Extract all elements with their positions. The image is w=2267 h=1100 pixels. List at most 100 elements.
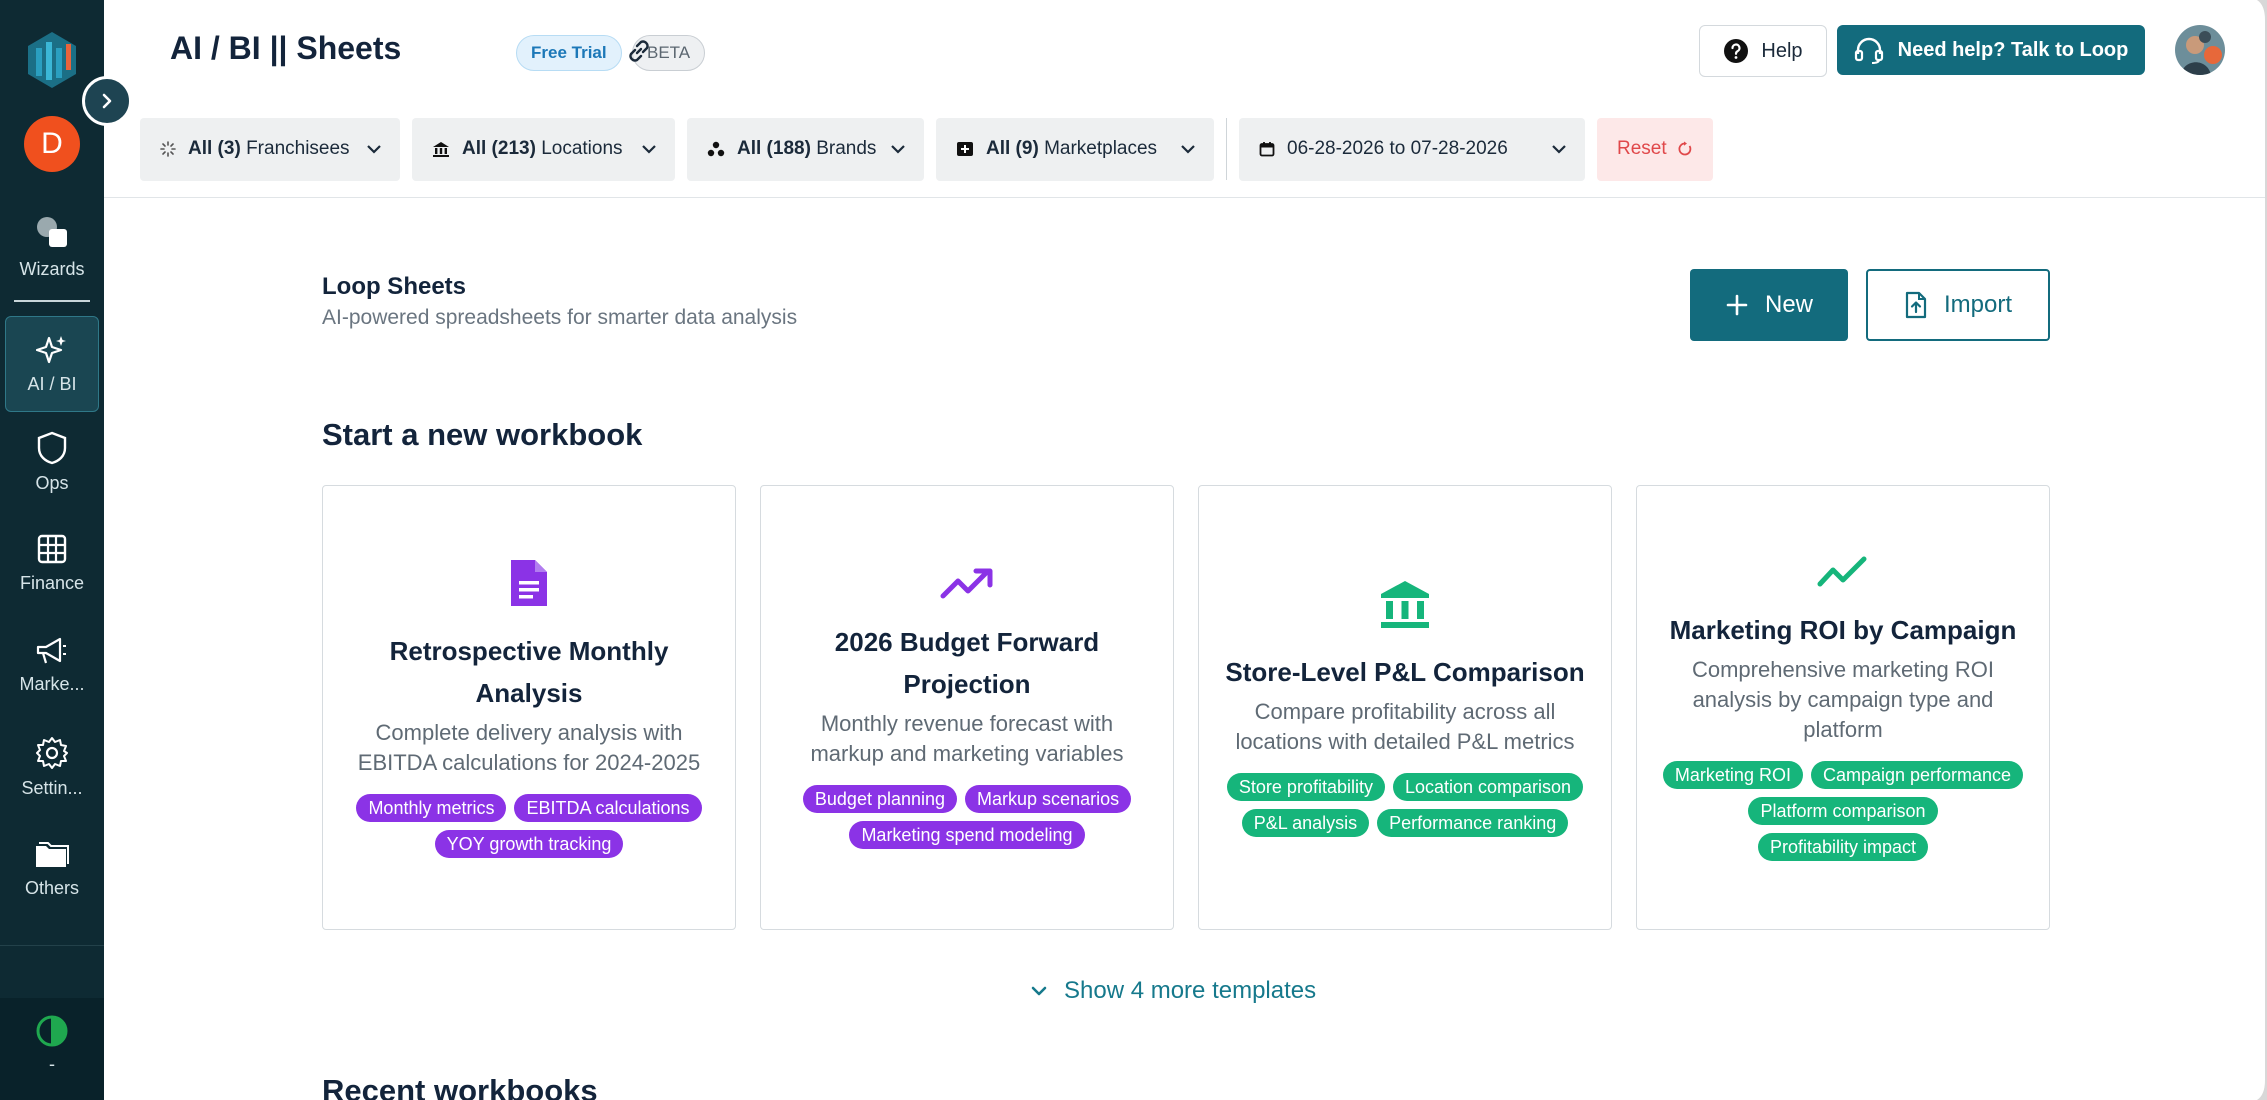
- megaphone-icon: [36, 637, 66, 663]
- status-icon: [36, 1015, 68, 1047]
- sidebar-item-label: Ops: [35, 472, 69, 493]
- status-label: -: [49, 1054, 55, 1074]
- filter-divider: [1226, 118, 1227, 180]
- template-title: Retrospective Monthly Analysis: [389, 636, 669, 708]
- chevron-down-icon: [891, 145, 905, 154]
- sidebar-item-ai-bi[interactable]: AI / BI: [5, 316, 99, 412]
- template-description: Comprehensive marketing ROI analysis by …: [1691, 657, 1994, 742]
- talk-label: Need help? Talk to Loop: [1897, 38, 2129, 61]
- template-card[interactable]: 2026 Budget Forward Projection Monthly r…: [760, 485, 1174, 930]
- headset-icon: [1854, 37, 1883, 64]
- marketplace-icon: [957, 142, 973, 156]
- sidebar-item-wizards[interactable]: Wizards: [5, 208, 99, 286]
- gear-icon: [36, 736, 68, 769]
- template-card[interactable]: Retrospective Monthly Analysis Complete …: [322, 485, 736, 930]
- show-more-templates-link[interactable]: Show 4 more templates: [1030, 977, 1316, 1005]
- tag: Campaign performance: [1810, 761, 2024, 789]
- bank-icon: [433, 142, 449, 157]
- template-tags: Budget planning Markup scenarios Marketi…: [785, 785, 1149, 849]
- talk-to-loop-button[interactable]: Need help? Talk to Loop: [1837, 25, 2145, 75]
- reset-button[interactable]: Reset: [1597, 117, 1713, 181]
- template-title: 2026 Budget Forward Projection: [834, 627, 1100, 699]
- page-title: AI / BI || Sheets: [170, 30, 402, 66]
- template-title: Marketing ROI by Campaign: [1669, 615, 2017, 645]
- free-trial-badge: Free Trial: [516, 35, 622, 71]
- template-description: Compare profitability across all locatio…: [1235, 699, 1575, 754]
- refresh-icon: [1678, 141, 1691, 156]
- header-divider: [104, 197, 2267, 198]
- chevron-down-icon: [1552, 145, 1566, 154]
- tag: P&L analysis: [1241, 809, 1370, 837]
- sidebar-divider: [14, 300, 90, 302]
- marketplaces-filter[interactable]: All (9) Marketplaces: [936, 117, 1214, 181]
- brands-icon: [707, 141, 725, 157]
- profile-photo: [2175, 25, 2225, 75]
- sidebar-item-label: AI / BI: [27, 373, 77, 394]
- recent-workbooks-heading: Recent workbooks: [322, 1073, 598, 1100]
- reset-label: Reset: [1617, 138, 1667, 159]
- question-icon: [1724, 39, 1749, 63]
- template-tags: Store profitability Location comparison …: [1223, 773, 1587, 837]
- section-subtitle: AI-powered spreadsheets for smarter data…: [322, 306, 798, 329]
- sidebar: D Wizards AI / BI Ops Finance Marke... S…: [0, 0, 104, 1100]
- tag: Marketing ROI: [1662, 761, 1803, 789]
- sidebar-divider: [0, 945, 104, 946]
- window-edge: [2257, 0, 2267, 1100]
- show-more-label: Show 4 more templates: [1064, 977, 1317, 1004]
- calendar-icon: [1259, 142, 1275, 157]
- locations-filter[interactable]: All (213) Locations: [412, 117, 675, 181]
- sidebar-item-label: Finance: [19, 572, 85, 593]
- bank-icon: [1381, 581, 1429, 628]
- sparkle-icon: [36, 335, 66, 363]
- marketplaces-label: Marketplaces: [1044, 138, 1158, 159]
- user-avatar-initial[interactable]: D: [24, 116, 80, 172]
- import-button[interactable]: Import: [1866, 269, 2050, 341]
- link-icon[interactable]: [624, 36, 654, 66]
- tag: Location comparison: [1392, 773, 1584, 801]
- sidebar-expand-button[interactable]: [82, 76, 132, 126]
- template-title: Store-Level P&L Comparison: [1225, 657, 1585, 687]
- locations-count: All (213): [462, 138, 536, 159]
- file-upload-icon: [1905, 291, 1927, 319]
- brands-count: All (188): [737, 138, 811, 159]
- tag: Platform comparison: [1748, 797, 1938, 825]
- sidebar-item-marketing[interactable]: Marke...: [5, 614, 99, 716]
- locations-label: Locations: [541, 138, 623, 159]
- template-card[interactable]: Marketing ROI by Campaign Comprehensive …: [1636, 485, 2050, 930]
- new-label: New: [1764, 291, 1813, 318]
- date-range-filter[interactable]: 06-28-2026 to 07-28-2026: [1239, 117, 1585, 181]
- chevron-down-icon: [367, 145, 381, 154]
- franchisees-filter[interactable]: All (3) Franchisees: [140, 117, 400, 181]
- template-cards: Retrospective Monthly Analysis Complete …: [322, 485, 2050, 930]
- document-icon: [511, 560, 547, 606]
- sidebar-item-ops[interactable]: Ops: [5, 412, 99, 512]
- spinner-icon: [160, 141, 176, 157]
- import-label: Import: [1943, 291, 2012, 318]
- brands-filter[interactable]: All (188) Brands: [687, 117, 924, 181]
- sidebar-item-others[interactable]: Others: [5, 818, 99, 920]
- help-button[interactable]: Help: [1699, 25, 1827, 77]
- template-card[interactable]: Store-Level P&L Comparison Compare profi…: [1198, 485, 1612, 930]
- trending-up-icon: [940, 568, 993, 599]
- template-tags: Monthly metrics EBITDA calculations YOY …: [347, 794, 711, 858]
- chevron-down-icon: [1031, 986, 1047, 996]
- trending-line-icon: [1817, 556, 1867, 587]
- sidebar-item-label: Others: [24, 877, 80, 898]
- wizards-icon: [37, 216, 67, 247]
- date-range-value: 06-28-2026 to 07-28-2026: [1287, 138, 1508, 159]
- app-root: D Wizards AI / BI Ops Finance Marke... S…: [0, 0, 2267, 1100]
- new-workbook-button[interactable]: New: [1690, 269, 1848, 341]
- tag: Markup scenarios: [965, 785, 1132, 813]
- sidebar-item-label: Settin...: [21, 777, 83, 798]
- sidebar-item-finance[interactable]: Finance: [5, 512, 99, 614]
- plus-icon: [1726, 294, 1748, 316]
- section-title: Loop Sheets: [322, 273, 467, 300]
- help-label: Help: [1761, 39, 1803, 62]
- tag: Monthly metrics: [356, 794, 507, 822]
- sidebar-status[interactable]: -: [0, 998, 104, 1100]
- franchisees-count: All (3): [188, 138, 241, 159]
- user-profile-avatar[interactable]: [2175, 25, 2225, 75]
- loop-logo[interactable]: [24, 26, 80, 90]
- sidebar-item-settings[interactable]: Settin...: [5, 716, 99, 818]
- template-description: Monthly revenue forecast with markup and…: [810, 711, 1124, 766]
